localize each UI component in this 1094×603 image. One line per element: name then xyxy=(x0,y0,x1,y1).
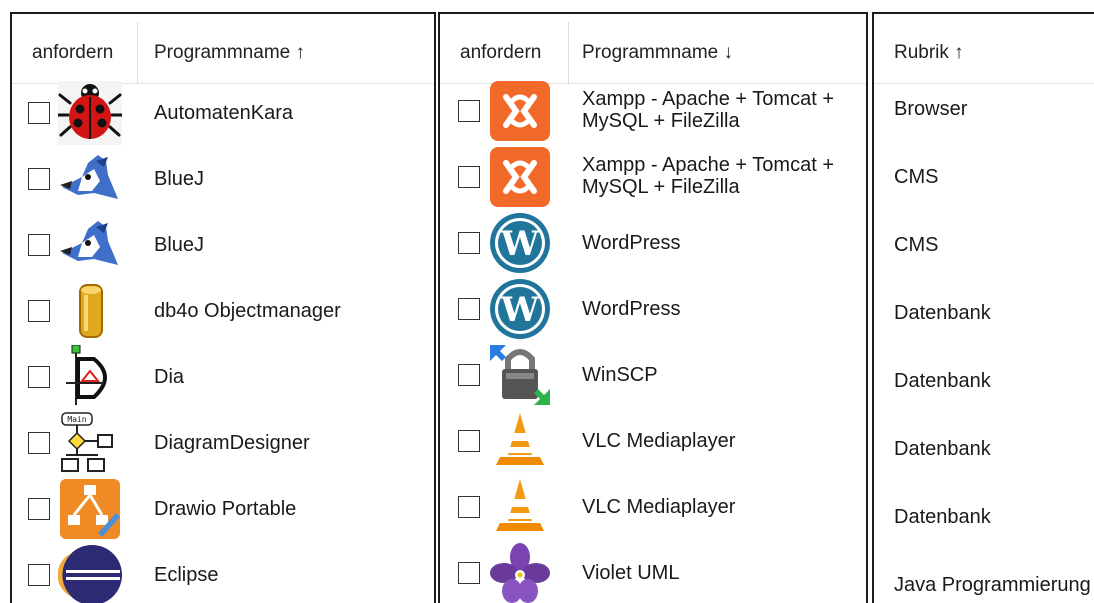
gold-cylinder-icon xyxy=(79,284,103,338)
table-row[interactable]: Eclipse xyxy=(12,542,434,603)
table-row[interactable]: Xampp - Apache + Tomcat + MySQL + FileZi… xyxy=(440,144,866,210)
svg-text:W: W xyxy=(500,224,540,264)
program-name: BlueJ xyxy=(154,168,205,190)
table-row[interactable]: BlueJ xyxy=(12,146,434,212)
category-cell: Java Programmierung xyxy=(894,574,1091,596)
request-checkbox[interactable] xyxy=(458,100,480,122)
program-name: AutomatenKara xyxy=(154,102,293,124)
table-row[interactable]: CMS xyxy=(874,212,1094,278)
request-checkbox[interactable] xyxy=(28,498,50,520)
column-header-anfordern[interactable]: anfordern xyxy=(460,22,541,84)
vlc-cone-icon xyxy=(496,479,544,531)
request-checkbox[interactable] xyxy=(28,168,50,190)
program-name: BlueJ xyxy=(154,234,205,256)
xampp-icon xyxy=(490,147,550,207)
table-row[interactable]: Main DiagramDesigner xyxy=(12,410,434,476)
drawio-icon xyxy=(60,479,120,539)
program-name: WinSCP xyxy=(582,364,658,386)
table-row[interactable]: BlueJ xyxy=(12,212,434,278)
table-row[interactable]: W WordPress xyxy=(440,276,866,342)
program-name: WordPress xyxy=(582,232,681,254)
table-row[interactable]: Xampp - Apache + Tomcat + MySQL + FileZi… xyxy=(440,78,866,144)
winscp-padlock-icon xyxy=(490,345,550,405)
bluejay-bird-icon xyxy=(60,221,118,265)
category-cell: CMS xyxy=(894,234,939,256)
flowchart-icon: Main xyxy=(61,412,113,472)
program-name: WordPress xyxy=(582,298,681,320)
table-row[interactable]: db4o Objectmanager xyxy=(12,278,434,344)
category-cell: Datenbank xyxy=(894,302,991,324)
xampp-icon xyxy=(490,81,550,141)
category-cell: Datenbank xyxy=(894,370,991,392)
request-checkbox[interactable] xyxy=(458,232,480,254)
svg-text:Main: Main xyxy=(67,415,86,424)
column-separator[interactable] xyxy=(137,22,138,84)
program-name: Violet UML xyxy=(582,562,680,584)
table-row[interactable]: VLC Mediaplayer xyxy=(440,474,866,540)
violet-flower-icon xyxy=(490,543,550,603)
bluejay-bird-icon xyxy=(60,155,118,199)
program-name: Drawio Portable xyxy=(154,498,297,520)
program-name: Eclipse xyxy=(154,564,219,586)
request-checkbox[interactable] xyxy=(458,166,480,188)
program-name: Xampp - Apache + Tomcat + MySQL + FileZi… xyxy=(582,88,835,132)
table-header: anfordern Programmname ↑ xyxy=(12,22,434,84)
table-row[interactable]: Datenbank xyxy=(874,416,1094,482)
table-header: anfordern Programmname ↓ xyxy=(440,22,866,84)
column-header-rubrik[interactable]: Rubrik ↑ xyxy=(894,22,964,84)
column-header-programmname[interactable]: Programmname ↓ xyxy=(582,22,733,84)
column-header-programmname[interactable]: Programmname ↑ xyxy=(154,22,305,84)
program-name: DiagramDesigner xyxy=(154,432,310,454)
request-checkbox[interactable] xyxy=(458,430,480,452)
program-name: Dia xyxy=(154,366,185,388)
table-header: Rubrik ↑ xyxy=(874,22,1094,84)
category-cell: Datenbank xyxy=(894,438,991,460)
column-separator[interactable] xyxy=(568,22,569,84)
program-name: VLC Mediaplayer xyxy=(582,430,736,452)
ladybug-icon xyxy=(58,81,122,145)
table-row[interactable]: Datenbank xyxy=(874,348,1094,414)
category-cell: CMS xyxy=(894,166,939,188)
table-row[interactable]: Dia xyxy=(12,344,434,410)
table-row[interactable]: Violet UML xyxy=(440,540,866,603)
request-checkbox[interactable] xyxy=(28,300,50,322)
svg-text:W: W xyxy=(500,290,540,330)
request-checkbox[interactable] xyxy=(28,366,50,388)
table-row[interactable]: Drawio Portable xyxy=(12,476,434,542)
category-cell: Datenbank xyxy=(894,506,991,528)
request-checkbox[interactable] xyxy=(28,564,50,586)
request-checkbox[interactable] xyxy=(458,298,480,320)
category-list: Rubrik ↑ Browser CMS CMS Datenbank Daten… xyxy=(872,12,1094,603)
table-row[interactable]: VLC Mediaplayer xyxy=(440,408,866,474)
request-checkbox[interactable] xyxy=(28,432,50,454)
wordpress-icon: W xyxy=(490,213,550,273)
request-checkbox[interactable] xyxy=(458,496,480,518)
request-checkbox[interactable] xyxy=(28,234,50,256)
table-row[interactable]: Java Programmierung xyxy=(874,552,1094,603)
table-row[interactable]: AutomatenKara xyxy=(12,80,434,146)
column-header-anfordern[interactable]: anfordern xyxy=(32,22,113,84)
eclipse-icon xyxy=(58,545,122,603)
table-row[interactable]: WinSCP xyxy=(440,342,866,408)
request-checkbox[interactable] xyxy=(458,562,480,584)
program-list-middle: anfordern Programmname ↓ Xampp - Apache … xyxy=(438,12,868,603)
table-row[interactable]: CMS xyxy=(874,144,1094,210)
program-name: db4o Objectmanager xyxy=(154,300,341,322)
table-row[interactable]: Browser xyxy=(874,76,1094,142)
wordpress-icon: W xyxy=(490,279,550,339)
program-name: VLC Mediaplayer xyxy=(582,496,736,518)
vlc-cone-icon xyxy=(496,413,544,465)
dia-diagram-icon xyxy=(66,345,107,405)
category-cell: Browser xyxy=(894,98,968,120)
table-row[interactable]: Datenbank xyxy=(874,280,1094,346)
table-row[interactable]: W WordPress xyxy=(440,210,866,276)
program-list-left: anfordern Programmname ↑ AutomatenKara B… xyxy=(10,12,436,603)
request-checkbox[interactable] xyxy=(28,102,50,124)
program-name: Xampp - Apache + Tomcat + MySQL + FileZi… xyxy=(582,154,835,198)
request-checkbox[interactable] xyxy=(458,364,480,386)
table-row[interactable]: Datenbank xyxy=(874,484,1094,550)
